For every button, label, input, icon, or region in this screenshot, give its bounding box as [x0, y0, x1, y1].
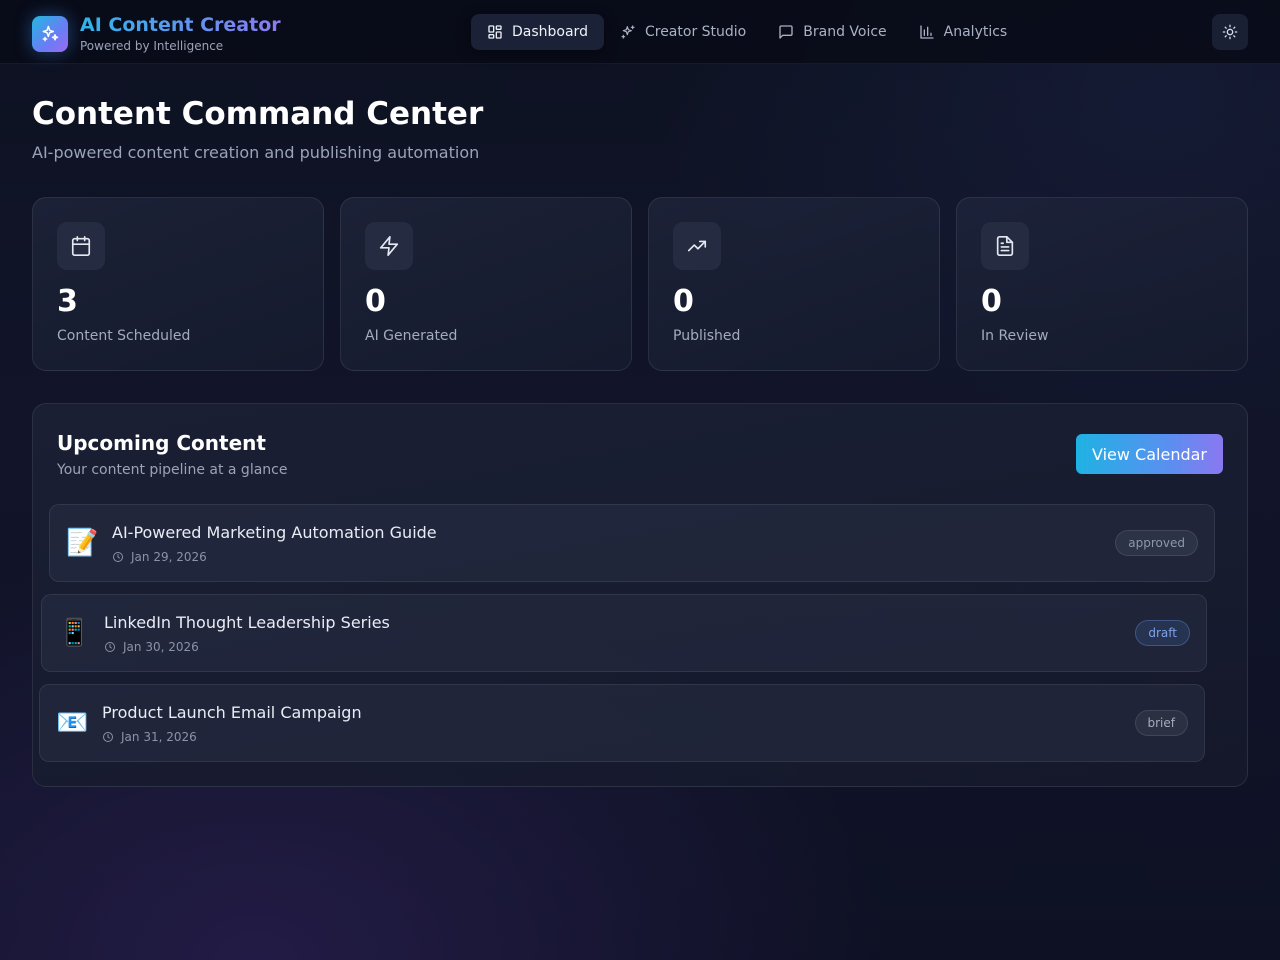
nav-dashboard-label: Dashboard [512, 24, 588, 40]
stat-value: 0 [365, 284, 386, 319]
content-item-title: Product Launch Email Campaign [102, 703, 362, 722]
content-item-title: LinkedIn Thought Leadership Series [104, 613, 390, 632]
theme-toggle-button[interactable] [1212, 14, 1248, 50]
dashboard-grid-icon [488, 25, 502, 39]
stat-label: Content Scheduled [57, 328, 191, 344]
stat-value: 0 [673, 284, 694, 319]
view-calendar-button[interactable]: View Calendar [1076, 434, 1223, 474]
calendar-icon [57, 222, 105, 270]
nav-brand-voice[interactable]: Brand Voice [762, 14, 902, 50]
nav-analytics-label: Analytics [943, 24, 1008, 40]
document-icon [981, 222, 1029, 270]
status-badge: draft [1135, 620, 1190, 646]
email-emoji-icon: 📧 [56, 708, 89, 738]
main-nav: Dashboard Creator Studio Brand Voice Ana… [471, 14, 1023, 50]
clock-icon [103, 732, 113, 742]
sun-icon [1222, 24, 1238, 40]
stat-card-ai-generated: 0 AI Generated [340, 197, 632, 371]
stat-card-published: 0 Published [648, 197, 940, 371]
stat-label: Published [673, 328, 741, 344]
content-item-date: Jan 30, 2026 [104, 640, 199, 654]
stat-card-in-review: 0 In Review [956, 197, 1248, 371]
nav-analytics[interactable]: Analytics [903, 14, 1024, 50]
content-item[interactable]: 📱 LinkedIn Thought Leadership Series Jan… [41, 594, 1207, 672]
content-item[interactable]: 📧 Product Launch Email Campaign Jan 31, … [39, 684, 1205, 762]
content-item-date: Jan 31, 2026 [102, 730, 197, 744]
top-navigation-bar: AI Content Creator Powered by Intelligen… [0, 0, 1280, 64]
sparkles-logo-icon [32, 15, 68, 52]
stat-label: In Review [981, 328, 1049, 344]
status-badge: approved [1115, 530, 1198, 556]
memo-emoji-icon: 📝 [66, 528, 99, 558]
trending-up-icon [673, 222, 721, 270]
content-item[interactable]: 📝 AI-Powered Marketing Automation Guide … [49, 504, 1215, 582]
panel-subtitle: Your content pipeline at a glance [57, 462, 288, 478]
stat-label: AI Generated [365, 328, 458, 344]
status-badge: brief [1134, 710, 1188, 736]
nav-dashboard[interactable]: Dashboard [471, 14, 604, 50]
lightning-icon [365, 222, 413, 270]
brand-subtitle: Powered by Intelligence [80, 39, 224, 53]
message-square-icon [779, 25, 793, 39]
upcoming-content-panel: Upcoming Content Your content pipeline a… [32, 403, 1248, 787]
stat-value: 3 [57, 284, 78, 319]
content-item-title: AI-Powered Marketing Automation Guide [112, 523, 437, 542]
clock-icon [105, 642, 115, 652]
brand-title: AI Content Creator [80, 14, 281, 36]
content-item-date: Jan 29, 2026 [112, 550, 207, 564]
nav-brand-voice-label: Brand Voice [803, 24, 887, 40]
page-subtitle: AI-powered content creation and publishi… [32, 143, 480, 162]
stat-value: 0 [981, 284, 1002, 319]
panel-title: Upcoming Content [57, 431, 266, 455]
stat-card-scheduled: 3 Content Scheduled [32, 197, 324, 371]
brand[interactable]: AI Content Creator Powered by Intelligen… [32, 14, 281, 53]
nav-creator-studio-label: Creator Studio [644, 24, 747, 40]
mobile-phone-emoji-icon: 📱 [58, 618, 91, 648]
sparkles-icon [621, 25, 635, 39]
clock-icon [113, 552, 123, 562]
page-title: Content Command Center [32, 96, 484, 132]
bar-chart-icon [919, 25, 934, 39]
nav-creator-studio[interactable]: Creator Studio [604, 14, 762, 50]
